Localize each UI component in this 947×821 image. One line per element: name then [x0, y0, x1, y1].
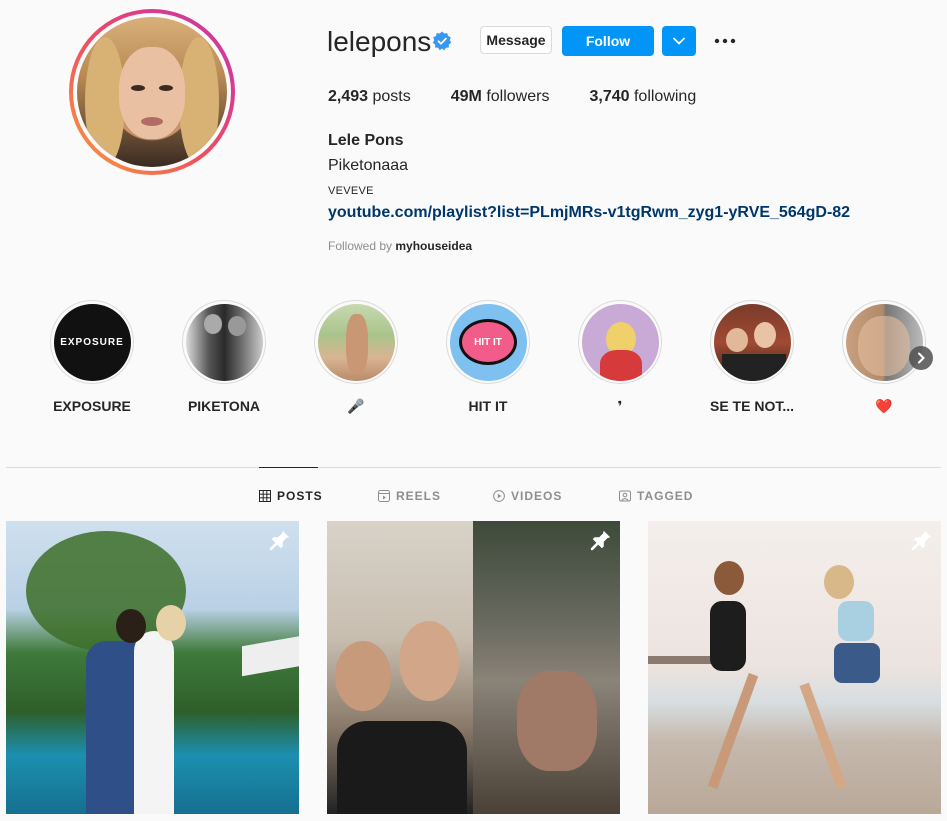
- chevron-right-icon: [918, 352, 925, 364]
- tab-reels[interactable]: REELS: [378, 489, 441, 503]
- highlight-hit-it[interactable]: HIT IT HIT IT: [433, 300, 543, 414]
- profile-link[interactable]: youtube.com/playlist?list=PLmjMRs-v1tgRw…: [328, 204, 850, 222]
- following-count[interactable]: 3,740 following: [589, 88, 696, 106]
- profile-username: lelepons: [327, 26, 432, 57]
- highlight-label: 🎤: [347, 398, 365, 414]
- profile-stats: 2,493 posts 49M followers 3,740 followin…: [328, 88, 736, 106]
- pinned-icon: [590, 530, 611, 551]
- followed-by[interactable]: Followed by myhouseidea: [328, 239, 472, 253]
- tabs-divider: [6, 467, 941, 468]
- posts-count: 2,493 posts: [328, 88, 411, 105]
- play-circle-icon: [493, 490, 505, 502]
- highlight-label: HIT IT: [468, 398, 508, 414]
- more-dots-icon: [714, 38, 736, 44]
- highlight-exposure[interactable]: EXPOSURE EXPOSURE: [37, 300, 147, 414]
- chevron-down-icon: [673, 37, 685, 45]
- profile-category: VEVEVE: [328, 185, 374, 197]
- verified-badge-icon: [432, 31, 452, 51]
- profile-avatar[interactable]: [69, 9, 235, 175]
- tab-tagged[interactable]: TAGGED: [619, 489, 693, 503]
- highlight-cover: HIT IT: [449, 303, 527, 381]
- pinned-icon: [911, 530, 932, 551]
- highlight-microphone[interactable]: 🎤: [301, 300, 411, 415]
- highlight-se-te-not[interactable]: SE TE NOT...: [697, 300, 807, 414]
- grid-icon: [259, 490, 271, 502]
- reels-icon: [378, 490, 390, 502]
- followers-count[interactable]: 49M followers: [451, 88, 550, 106]
- profile-bio: Piketonaaa: [328, 157, 409, 174]
- highlight-label: SE TE NOT...: [709, 398, 794, 414]
- highlight-label: ❤️: [875, 398, 893, 414]
- highlight-label: PIKETONA: [187, 398, 261, 414]
- tab-videos[interactable]: VIDEOS: [493, 489, 562, 503]
- post-thumbnail[interactable]: [648, 521, 941, 814]
- highlight-label: EXPOSURE: [53, 398, 131, 414]
- highlight-cover: [845, 303, 923, 381]
- active-tab-indicator: [259, 467, 318, 468]
- highlight-cover: EXPOSURE: [53, 303, 131, 381]
- message-button[interactable]: Message: [480, 26, 552, 54]
- highlights-next-button[interactable]: [909, 346, 933, 370]
- highlight-piketona[interactable]: PIKETONA: [169, 300, 279, 414]
- pinned-icon: [269, 530, 290, 551]
- suggested-dropdown-button[interactable]: [662, 26, 696, 56]
- highlight-label: ❜: [617, 398, 623, 414]
- post-thumbnail[interactable]: [6, 521, 299, 814]
- post-thumbnail[interactable]: [327, 521, 620, 814]
- tab-posts[interactable]: POSTS: [259, 489, 323, 503]
- post-image: [648, 521, 941, 814]
- follow-button[interactable]: Follow: [562, 26, 654, 56]
- more-options-button[interactable]: [712, 28, 738, 54]
- highlight-cover: [581, 303, 659, 381]
- tag-icon: [619, 490, 631, 502]
- avatar-image: [77, 17, 227, 167]
- profile-full-name: Lele Pons: [328, 132, 404, 149]
- highlight-kept-secrets[interactable]: ❜: [565, 300, 675, 415]
- highlight-cover: [317, 303, 395, 381]
- highlight-cover: [185, 303, 263, 381]
- highlight-cover: [713, 303, 791, 381]
